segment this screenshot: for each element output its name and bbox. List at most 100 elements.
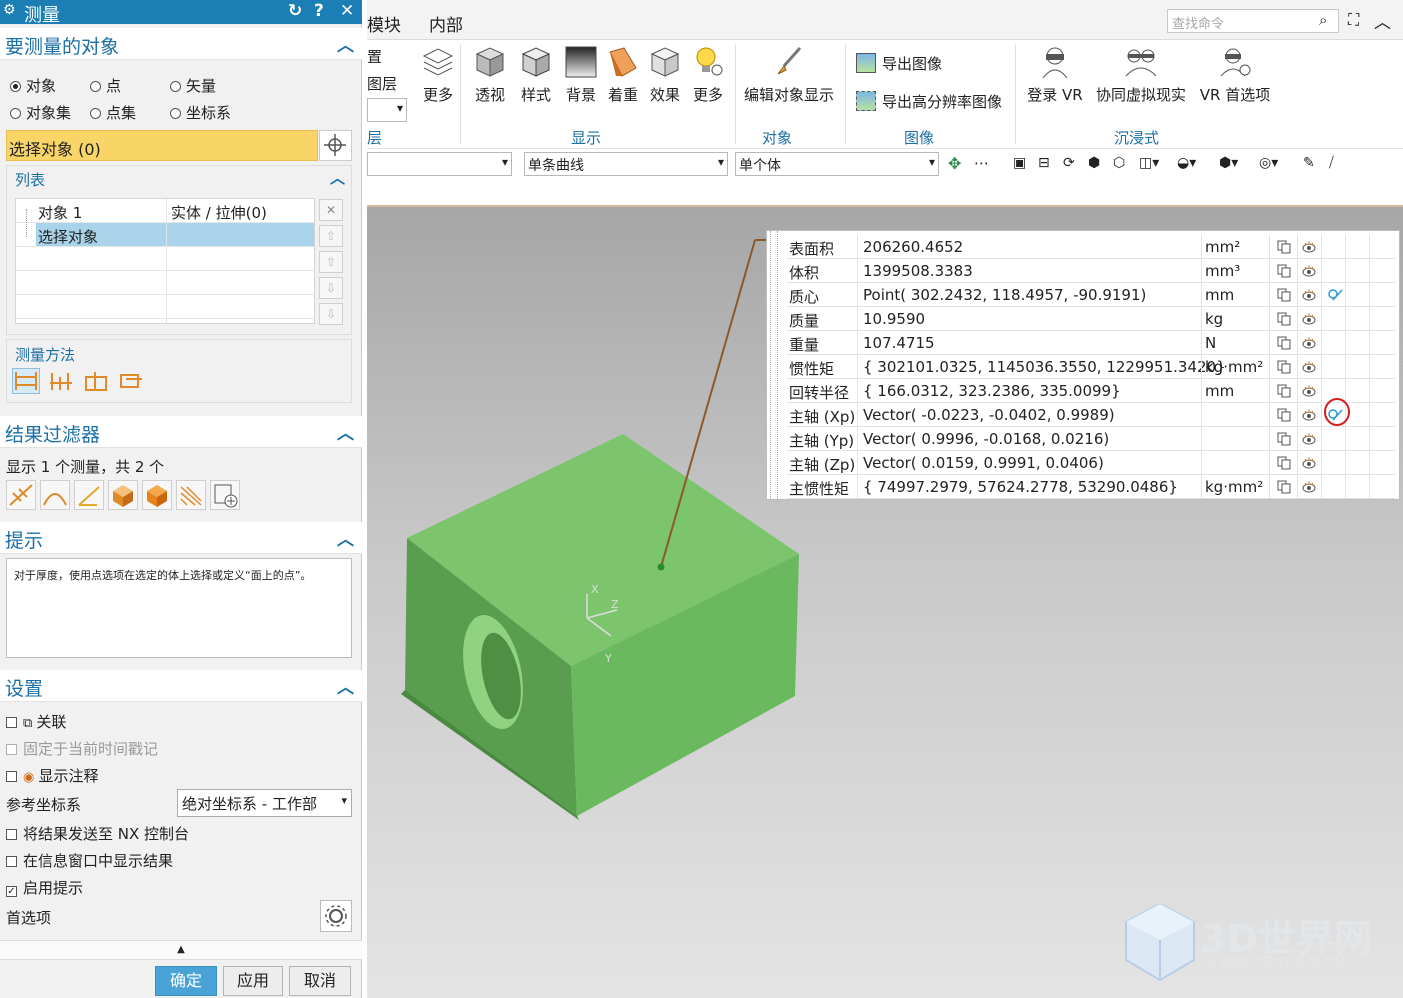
result-row[interactable]: 主轴 (Xp) Vector( -0.0223, -0.0402, 0.9989)	[787, 403, 1395, 427]
effects-button[interactable]: 效果	[645, 44, 685, 105]
preferences-button[interactable]	[320, 900, 352, 932]
vr-login-button[interactable]: 登录 VR	[1024, 44, 1086, 105]
result-row[interactable]: 主轴 (Yp) Vector( 0.9996, -0.0168, 0.0216)	[787, 427, 1395, 451]
result-row[interactable]: 质量 10.9590 kg	[787, 307, 1395, 331]
collapse-icon[interactable]: ︿	[337, 525, 354, 550]
collapse-icon[interactable]: ︿	[337, 31, 354, 56]
select-object-field[interactable]: 选择对象 (0)	[6, 130, 318, 161]
move-top-button[interactable]: ⇧	[319, 225, 343, 247]
search-icon[interactable]: ⌕	[1319, 11, 1327, 29]
show-annotation-icon[interactable]	[1302, 312, 1316, 326]
edit-object-display-button[interactable]: 编辑对象显示	[742, 44, 836, 105]
pen-icon[interactable]: ✎	[1303, 155, 1315, 171]
show-annotation-icon[interactable]	[1302, 336, 1316, 350]
layer-dropdown[interactable]	[367, 98, 407, 122]
list-row-selected[interactable]: 选择对象	[16, 223, 314, 247]
background-button[interactable]: 背景	[561, 44, 601, 105]
fullscreen-icon[interactable]: ⛶	[1348, 10, 1359, 30]
layer-label-partial[interactable]: 置	[367, 46, 382, 67]
copy-icon[interactable]	[1277, 432, 1291, 446]
reset-icon[interactable]: ↻	[288, 1, 302, 21]
fit-view-icon[interactable]: ▣	[1013, 155, 1026, 171]
show-annotation-icon[interactable]	[1302, 480, 1316, 494]
result-row[interactable]: 重量 107.4715 N	[787, 331, 1395, 355]
display-mode-icon[interactable]: ⬢▾	[1219, 155, 1238, 171]
curve-filter-icon[interactable]	[40, 480, 70, 510]
more-button-layer[interactable]: 更多	[418, 44, 458, 105]
snap-icon[interactable]: ✥	[948, 154, 961, 173]
show-annotation-icon[interactable]	[1302, 360, 1316, 374]
close-icon[interactable]: ✕	[340, 1, 354, 21]
tab-modules[interactable]: 模块	[367, 11, 401, 36]
collapse-icon[interactable]: ︿	[337, 419, 354, 444]
body-rule-dropdown[interactable]: 单个体	[735, 152, 939, 176]
copy-icon[interactable]	[1277, 240, 1291, 254]
cancel-button[interactable]: 取消	[289, 966, 351, 996]
copy-icon[interactable]	[1277, 480, 1291, 494]
copy-icon[interactable]	[1277, 384, 1291, 398]
rotate-icon[interactable]: ⟳	[1063, 155, 1075, 171]
radio-csys[interactable]: 坐标系	[170, 102, 231, 123]
render-style-icon[interactable]: ◒▾	[1177, 155, 1196, 171]
associative-checkbox[interactable]: ⧉ 关联	[6, 711, 66, 732]
move-down-button[interactable]: ⇩	[319, 277, 343, 299]
export-image-button[interactable]: 导出图像	[856, 53, 942, 74]
hatch-filter-icon[interactable]	[176, 480, 206, 510]
move-bottom-button[interactable]: ⇩	[319, 303, 343, 325]
style-button[interactable]: 样式	[516, 44, 556, 105]
radio-point-set[interactable]: 点集	[90, 102, 136, 123]
table-grip[interactable]	[770, 231, 778, 499]
surface-filter-icon[interactable]	[108, 480, 138, 510]
result-row[interactable]: 主惯性矩 { 74997.2979, 57624.2778, 53290.0486…	[787, 475, 1395, 499]
perspective-button[interactable]: 透视	[470, 44, 510, 105]
more-icon[interactable]: ⋯	[974, 154, 989, 172]
section-settings-header[interactable]: 设置 ︿	[0, 670, 362, 702]
show-annotation-icon[interactable]	[1302, 264, 1316, 278]
copy-icon[interactable]	[1277, 312, 1291, 326]
show-info-window-checkbox[interactable]: 在信息窗口中显示结果	[6, 850, 173, 871]
section-filter-header[interactable]: 结果过滤器 ︿	[0, 416, 362, 448]
apply-button[interactable]: 应用	[223, 966, 283, 996]
collapse-icon[interactable]: ︿	[330, 167, 353, 188]
radio-point[interactable]: 点	[90, 75, 121, 96]
vr-preferences-button[interactable]: VR 首选项	[1196, 44, 1274, 105]
length-method-icon[interactable]	[47, 368, 75, 394]
move-up-button[interactable]: ⇧	[319, 251, 343, 273]
show-annotation-icon[interactable]	[1302, 432, 1316, 446]
remove-button[interactable]: ✕	[319, 199, 343, 221]
result-row[interactable]: 惯性矩 { 302101.0325, 1145036.3550, 1229951.…	[787, 355, 1395, 379]
angle-filter-icon[interactable]	[74, 480, 104, 510]
result-row[interactable]: 质心 Point( 302.2432, 118.4957, -90.9191) mm	[787, 283, 1395, 307]
distance-filter-icon[interactable]	[6, 480, 36, 510]
more-button-display[interactable]: 更多	[688, 44, 728, 105]
result-row[interactable]: 回转半径 { 166.0312, 323.2386, 335.0099} mm	[787, 379, 1395, 403]
copy-icon[interactable]	[1277, 456, 1291, 470]
crosshair-select-button[interactable]	[319, 130, 352, 161]
emphasis-button[interactable]: 着重	[603, 44, 643, 105]
curve-rule-dropdown[interactable]: 单条曲线	[524, 152, 728, 176]
radio-vector[interactable]: 矢量	[170, 75, 216, 96]
ok-button[interactable]: 确定	[155, 966, 217, 996]
vector-icon[interactable]	[1327, 288, 1343, 302]
search-input[interactable]: 查找命令	[1167, 9, 1339, 33]
show-annotation-icon[interactable]	[1302, 288, 1316, 302]
help-icon[interactable]: ?	[314, 1, 324, 21]
edges-icon[interactable]: ⬡	[1113, 155, 1125, 171]
copy-icon[interactable]	[1277, 360, 1291, 374]
enable-hint-checkbox[interactable]: ✓ 启用提示	[6, 877, 83, 898]
collapse-icon[interactable]: ︿	[337, 673, 354, 698]
show-annotation-checkbox[interactable]: ◉ 显示注释	[6, 765, 99, 786]
show-annotation-icon[interactable]	[1302, 456, 1316, 470]
result-row[interactable]: 体积 1399508.3383 mm³	[787, 259, 1395, 283]
copy-icon[interactable]	[1277, 336, 1291, 350]
radio-object[interactable]: 对象	[10, 75, 56, 96]
tab-internal[interactable]: 内部	[429, 11, 463, 36]
copy-icon[interactable]	[1277, 264, 1291, 278]
angle-method-icon[interactable]	[82, 368, 110, 394]
show-annotation-icon[interactable]	[1302, 408, 1316, 422]
radio-object-set[interactable]: 对象集	[10, 102, 71, 123]
side-grip[interactable]: ⋮	[1398, 356, 1403, 369]
zoom-icon[interactable]: ⊟	[1038, 155, 1050, 171]
volume-filter-icon[interactable]	[142, 480, 172, 510]
work-layer-icon[interactable]: ◎▾	[1259, 155, 1278, 171]
